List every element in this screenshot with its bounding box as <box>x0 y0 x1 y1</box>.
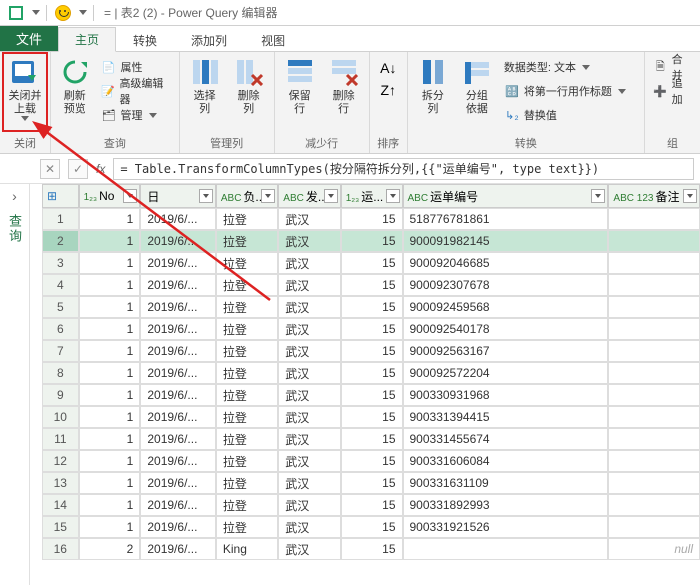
datatype-button[interactable]: 数据类型: 文本 <box>500 56 640 78</box>
editor-icon: 📝 <box>101 83 116 99</box>
ribbon-tabs: 文件 主页 转换 添加列 视图 <box>0 26 700 52</box>
groupby-button[interactable]: 分组 依据 <box>456 54 498 133</box>
table-row[interactable]: 612019/6/...拉登武汉15900092540178 <box>42 318 700 340</box>
append-icon: ➕ <box>653 83 668 99</box>
sort-asc-button[interactable]: A↓ <box>380 60 396 76</box>
filter-dropdown-icon[interactable] <box>261 189 275 203</box>
use-first-row-button[interactable]: 🔠将第一行用作标题 <box>500 80 640 102</box>
remove-rows-icon <box>328 56 360 88</box>
manage-button[interactable]: 🗂管理 <box>97 104 175 126</box>
column-header[interactable]: ABC负... <box>216 184 278 208</box>
firstrow-icon: 🔠 <box>504 83 520 99</box>
filter-dropdown-icon[interactable] <box>199 189 213 203</box>
window-title: 表2 (2) - Power Query 编辑器 <box>121 6 278 20</box>
table-row[interactable]: 812019/6/...拉登武汉15900092572204 <box>42 362 700 384</box>
table-row[interactable]: 912019/6/...拉登武汉15900330931968 <box>42 384 700 406</box>
ribbon: 关闭并 上载 关闭 刷新 预览 📄属性 📝高级编辑器 🗂管理 查询 <box>0 52 700 154</box>
replace-values-button[interactable]: ↳₂替换值 <box>500 104 640 126</box>
table-row[interactable]: 1312019/6/...拉登武汉15900331631109 <box>42 472 700 494</box>
tab-addcolumn[interactable]: 添加列 <box>174 27 244 52</box>
table-row[interactable]: 112019/6/...拉登武汉15518776781861 <box>42 208 700 230</box>
advanced-editor-button[interactable]: 📝高级编辑器 <box>97 80 175 102</box>
filter-dropdown-icon[interactable] <box>591 189 605 203</box>
refresh-preview-button[interactable]: 刷新 预览 <box>55 54 95 133</box>
filter-dropdown-icon[interactable] <box>386 189 400 203</box>
formula-bar: ✕ ✓ fx = Table.TransformColumnTypes(按分隔符… <box>0 154 700 184</box>
table-row[interactable]: 1512019/6/...拉登武汉15900331921526 <box>42 516 700 538</box>
column-header[interactable]: ABC 123备注 <box>608 184 700 208</box>
column-header[interactable]: ABC发... <box>278 184 340 208</box>
qat-dropdown-icon[interactable] <box>32 10 40 15</box>
append-button[interactable]: ➕追加 <box>649 80 696 102</box>
split-column-button[interactable]: 拆分 列 <box>412 54 454 133</box>
table-row[interactable]: 412019/6/...拉登武汉15900092307678 <box>42 274 700 296</box>
table-row[interactable]: 1622019/6/...King武汉15null <box>42 538 700 560</box>
close-and-load-button[interactable]: 关闭并 上载 <box>4 54 46 133</box>
smile-dropdown-icon[interactable] <box>79 10 87 15</box>
sort-desc-button[interactable]: Z↑ <box>381 82 397 98</box>
queries-label: 查询 <box>5 214 24 244</box>
keep-rows-icon <box>284 56 316 88</box>
dropdown-icon <box>21 116 29 121</box>
expand-icon[interactable]: › <box>12 188 17 204</box>
filter-dropdown-icon[interactable] <box>683 189 697 203</box>
remove-cols-icon <box>233 56 265 88</box>
choose-columns-button[interactable]: 选择 列 <box>184 54 226 133</box>
table-row[interactable]: 1012019/6/...拉登武汉15900331394415 <box>42 406 700 428</box>
tab-home[interactable]: 主页 <box>58 27 116 52</box>
tab-file[interactable]: 文件 <box>0 26 58 51</box>
accept-formula-icon[interactable]: ✓ <box>68 159 88 179</box>
keep-rows-button[interactable]: 保留 行 <box>279 54 321 133</box>
formula-input[interactable]: = Table.TransformColumnTypes(按分隔符拆分列,{{"… <box>113 158 694 180</box>
cancel-formula-icon[interactable]: ✕ <box>40 159 60 179</box>
table-row[interactable]: 512019/6/...拉登武汉15900092459568 <box>42 296 700 318</box>
table-row[interactable]: 1212019/6/...拉登武汉15900331606084 <box>42 450 700 472</box>
queries-pane-collapsed[interactable]: › 查询 <box>0 184 30 585</box>
split-icon <box>417 56 449 88</box>
remove-columns-button[interactable]: 删除 列 <box>228 54 270 133</box>
manage-icon: 🗂 <box>101 107 117 123</box>
properties-icon: 📄 <box>101 59 117 75</box>
excel-icon <box>6 3 26 23</box>
merge-icon: 🗎 <box>653 59 668 75</box>
group-icon <box>461 56 493 88</box>
tab-transform[interactable]: 转换 <box>116 27 174 52</box>
column-header[interactable]: ⊞ <box>42 184 79 208</box>
refresh-icon <box>59 56 91 88</box>
table-row[interactable]: 1112019/6/...拉登武汉15900331455674 <box>42 428 700 450</box>
data-grid: ⊞1₂₃No日ABC负...ABC发...1₂₃运...ABC运单编号ABC 1… <box>42 184 700 585</box>
column-header[interactable]: ABC运单编号 <box>403 184 609 208</box>
column-header[interactable]: 1₂₃运... <box>341 184 403 208</box>
filter-dropdown-icon[interactable] <box>324 189 338 203</box>
tab-view[interactable]: 视图 <box>244 27 302 52</box>
group-close-label: 关闭 <box>4 133 46 153</box>
titlebar: = | 表2 (2) - Power Query 编辑器 <box>0 0 700 26</box>
table-row[interactable]: 1412019/6/...拉登武汉15900331892993 <box>42 494 700 516</box>
close-load-icon <box>9 56 41 88</box>
column-header[interactable]: 1₂₃No <box>79 184 141 208</box>
table-row[interactable]: 212019/6/...拉登武汉15900091982145 <box>42 230 700 252</box>
table-row[interactable]: 712019/6/...拉登武汉15900092563167 <box>42 340 700 362</box>
table-row[interactable]: 312019/6/...拉登武汉15900092046685 <box>42 252 700 274</box>
remove-rows-button[interactable]: 删除 行 <box>323 54 365 133</box>
fx-icon: fx <box>96 162 105 176</box>
column-header[interactable]: 日 <box>140 184 216 208</box>
replace-icon: ↳₂ <box>504 107 520 123</box>
smile-icon[interactable] <box>53 3 73 23</box>
filter-dropdown-icon[interactable] <box>123 189 137 203</box>
choose-cols-icon <box>189 56 221 88</box>
